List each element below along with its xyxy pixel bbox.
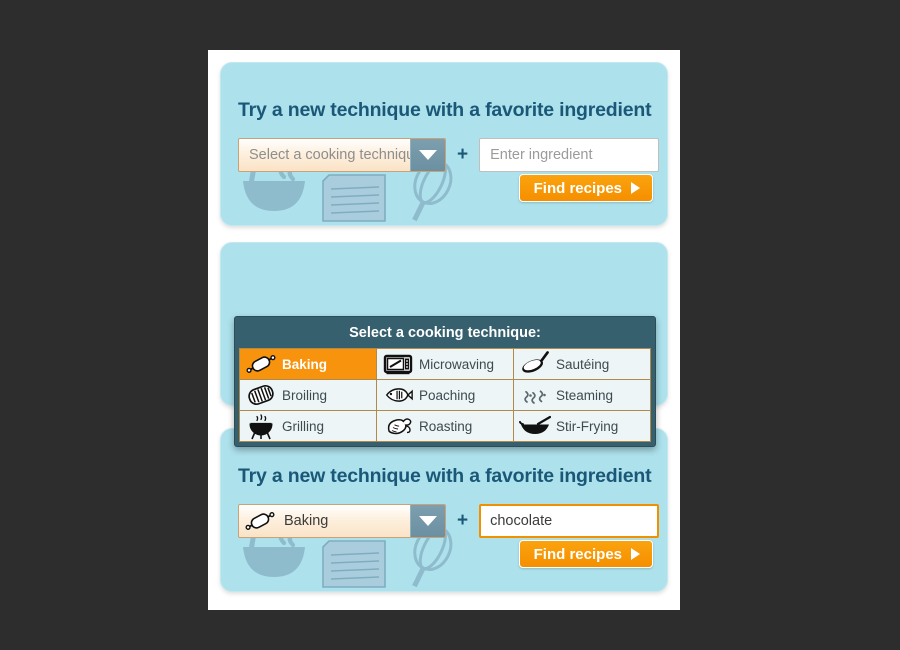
roast-poultry-icon [379,413,417,439]
dropdown-option-label: Poaching [419,387,476,403]
rolling-pin-icon [242,351,280,377]
chevron-down-icon[interactable] [410,505,445,537]
dropdown-option-stir-frying[interactable]: Stir-Frying [514,411,650,441]
arrow-right-icon [631,182,640,194]
plus-separator: + [457,144,469,165]
technique-dropdown-menu: Select a cooking technique: Baking Micro… [234,316,656,447]
dropdown-option-sauteing[interactable]: Sautéing [514,349,650,379]
dropdown-option-steaming[interactable]: Steaming [514,380,650,410]
search-panel-empty: Try a new technique with a favorite ingr… [220,62,668,226]
dropdown-option-poaching[interactable]: Poaching [377,380,513,410]
dropdown-option-grilling[interactable]: Grilling [240,411,376,441]
saute-pan-icon [516,351,554,377]
fish-icon [379,382,417,408]
rolling-pin-icon [242,506,278,536]
page-card: Try a new technique with a favorite ingr… [208,50,680,610]
dropdown-option-broiling[interactable]: Broiling [240,380,376,410]
arrow-right-icon [631,548,640,560]
dropdown-option-roasting[interactable]: Roasting [377,411,513,441]
dropdown-option-label: Stir-Frying [556,418,619,434]
dropdown-option-label: Microwaving [419,356,495,372]
ingredient-input[interactable] [479,138,660,172]
panel-title: Try a new technique with a favorite ingr… [238,99,652,121]
find-recipes-button[interactable]: Find recipes [518,174,653,202]
dropdown-option-microwaving[interactable]: Microwaving [377,349,513,379]
dropdown-option-label: Steaming [556,387,614,403]
dropdown-option-label: Grilling [282,418,325,434]
steam-wisps-icon [516,382,554,408]
ingredient-input[interactable] [479,504,660,538]
technique-ingredient-controls: Select a cooking technique + [238,138,660,172]
dropdown-option-baking[interactable]: Baking [240,349,376,379]
plus-separator: + [457,510,469,531]
dropdown-option-label: Broiling [282,387,328,403]
broiler-pan-icon [242,382,280,408]
dropdown-header-label: Select a cooking technique: [349,325,541,341]
microwave-icon [379,351,417,377]
technique-select[interactable]: Baking [238,504,446,538]
technique-ingredient-controls: Baking + [238,504,660,538]
dropdown-option-label: Roasting [419,418,473,434]
technique-options-grid: Baking Microwaving Sautéing Broiling Poa… [239,348,651,442]
technique-select[interactable]: Select a cooking technique [238,138,446,172]
search-panel-filled: Try a new technique with a favorite ingr… [220,428,668,592]
find-recipes-label: Find recipes [533,179,622,197]
find-recipes-button[interactable]: Find recipes [518,540,653,568]
chevron-down-icon[interactable] [410,139,445,171]
panel-title: Try a new technique with a favorite ingr… [238,465,652,487]
wok-icon [516,413,554,439]
dropdown-option-label: Baking [282,356,328,372]
bbq-grill-icon [242,413,280,440]
dropdown-option-label: Sautéing [556,356,610,372]
find-recipes-label: Find recipes [533,545,622,563]
